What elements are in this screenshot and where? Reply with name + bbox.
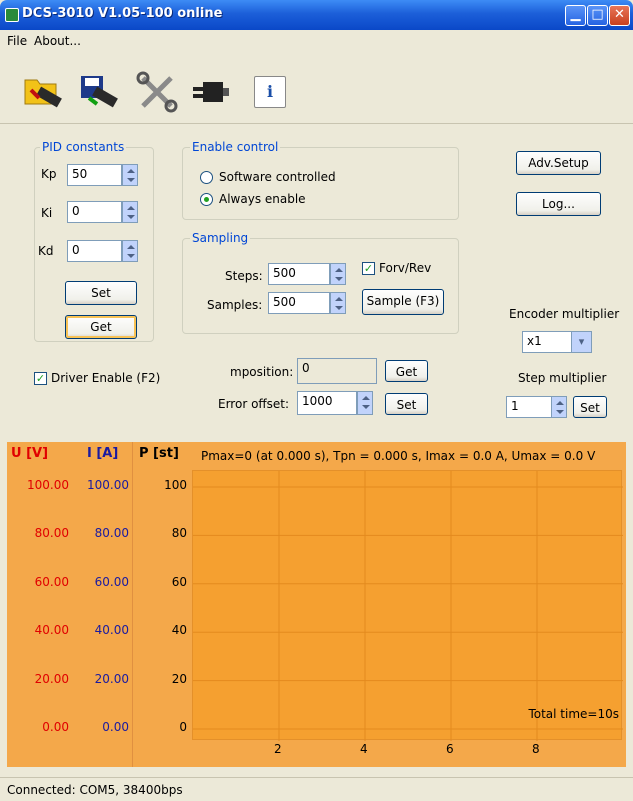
plot-grid: Total time=10s — [192, 470, 623, 741]
error-offset-spinner[interactable] — [357, 391, 373, 415]
ki-label: Ki — [41, 206, 53, 220]
menu-about[interactable]: About... — [34, 34, 81, 48]
chart-summary: Pmax=0 (at 0.000 s), Tpn = 0.000 s, Imax… — [201, 449, 596, 463]
step-multiplier-spinner[interactable] — [551, 396, 567, 418]
u-axis-tick: 100.00 — [27, 478, 69, 492]
i-axis-tick: 20.00 — [94, 671, 129, 686]
u-axis-tick: 20.00 — [34, 671, 69, 686]
log-button[interactable]: Log... — [516, 192, 601, 216]
enable-control-label: Enable control — [190, 140, 281, 154]
p-axis-tick: 80 — [171, 526, 187, 541]
status-bar: Connected: COM5, 38400bps — [0, 777, 633, 801]
toolbar: i — [0, 52, 633, 124]
kp-label: Kp — [41, 167, 57, 181]
p-axis-tick: 40 — [171, 623, 187, 638]
always-enable-radio[interactable] — [200, 193, 213, 206]
u-axis-tick: 80.00 — [34, 526, 69, 541]
x-axis-tick: 6 — [446, 742, 454, 756]
encoder-multiplier-label: Encoder multiplier — [509, 307, 620, 321]
chevron-down-icon[interactable]: ▾ — [571, 332, 591, 352]
info-icon[interactable]: i — [254, 76, 286, 108]
p-axis-label: P [st] — [139, 446, 179, 461]
kd-label: Kd — [38, 244, 54, 258]
i-axis-tick: 80.00 — [94, 526, 129, 541]
u-axis-tick: 0.00 — [42, 720, 69, 734]
total-time-label: Total time=10s — [528, 707, 619, 721]
tools-icon[interactable] — [134, 69, 180, 115]
error-offset-input[interactable]: 1000 — [297, 391, 357, 415]
u-axis-tick: 60.00 — [34, 574, 69, 589]
sampling-label: Sampling — [190, 231, 251, 245]
x-axis-tick: 2 — [274, 742, 282, 756]
forv-rev-label[interactable]: Forv/Rev — [379, 261, 431, 275]
kd-input[interactable]: 0 — [67, 240, 122, 262]
always-enable-label[interactable]: Always enable — [219, 192, 306, 206]
samples-label: Samples: — [207, 298, 263, 312]
samples-input[interactable]: 500 — [268, 292, 330, 314]
minimize-button[interactable]: ▁ — [565, 5, 586, 26]
ki-spinner[interactable] — [122, 201, 138, 223]
step-multiplier-input[interactable]: 1 — [506, 396, 552, 418]
save-chip-icon[interactable] — [76, 69, 122, 115]
app-icon — [5, 8, 19, 22]
p-axis-tick: 0 — [179, 720, 187, 734]
error-offset-label: Error offset: — [218, 397, 290, 411]
adv-setup-button[interactable]: Adv.Setup — [516, 151, 601, 175]
step-multiplier-set-button[interactable]: Set — [573, 396, 607, 418]
kp-input[interactable]: 50 — [67, 164, 122, 186]
steps-label: Steps: — [225, 269, 263, 283]
steps-input[interactable]: 500 — [268, 263, 330, 285]
plot-grid-svg — [193, 471, 623, 741]
error-offset-set-button[interactable]: Set — [385, 393, 428, 415]
x-axis-tick: 8 — [532, 742, 540, 756]
pid-set-button[interactable]: Set — [65, 281, 137, 305]
software-controlled-label[interactable]: Software controlled — [219, 170, 336, 184]
open-chip-icon[interactable] — [20, 69, 66, 115]
driver-enable-label[interactable]: Driver Enable (F2) — [51, 371, 160, 385]
sampling-group — [182, 238, 459, 334]
software-controlled-radio[interactable] — [200, 171, 213, 184]
i-axis-tick: 100.00 — [87, 478, 129, 492]
u-axis-tick: 40.00 — [34, 623, 69, 638]
serial-connector-icon[interactable] — [188, 69, 234, 115]
driver-enable-checkbox[interactable]: ✓ — [34, 372, 47, 385]
i-axis-tick: 60.00 — [94, 574, 129, 589]
encoder-multiplier-value: x1 — [527, 334, 542, 348]
i-axis-tick: 0.00 — [102, 720, 129, 734]
p-axis-tick: 20 — [171, 671, 187, 686]
sample-button[interactable]: Sample (F3) — [362, 289, 444, 315]
ki-input[interactable]: 0 — [67, 201, 122, 223]
u-axis-label: U [V] — [11, 446, 49, 461]
i-axis-tick: 40.00 — [94, 623, 129, 638]
pid-constants-label: PID constants — [40, 140, 127, 154]
p-axis-tick: 100 — [164, 478, 187, 492]
maximize-button[interactable]: □ — [587, 5, 608, 26]
close-button[interactable]: ✕ — [609, 5, 630, 26]
p-axis-tick: 60 — [171, 574, 187, 589]
menu-file[interactable]: File — [7, 34, 27, 48]
kd-spinner[interactable] — [122, 240, 138, 262]
mposition-get-button[interactable]: Get — [385, 360, 428, 382]
step-multiplier-label: Step multiplier — [518, 371, 607, 385]
steps-spinner[interactable] — [330, 263, 346, 285]
pid-get-button[interactable]: Get — [65, 315, 137, 339]
title-bar[interactable]: DCS-3010 V1.05-100 online ▁ □ ✕ — [0, 0, 633, 30]
connection-status: Connected: COM5, 38400bps — [7, 783, 183, 797]
plot-area: U [V] I [A] P [st] Pmax=0 (at 0.000 s), … — [7, 442, 626, 767]
i-axis-label: I [A] — [87, 446, 119, 461]
menu-bar: File About... — [0, 30, 633, 52]
forv-rev-checkbox[interactable]: ✓ — [362, 262, 375, 275]
window-title: DCS-3010 V1.05-100 online — [22, 6, 223, 21]
kp-spinner[interactable] — [122, 164, 138, 186]
mposition-field: 0 — [297, 358, 377, 384]
samples-spinner[interactable] — [330, 292, 346, 314]
mposition-label: mposition: — [230, 365, 294, 379]
x-axis-tick: 4 — [360, 742, 368, 756]
